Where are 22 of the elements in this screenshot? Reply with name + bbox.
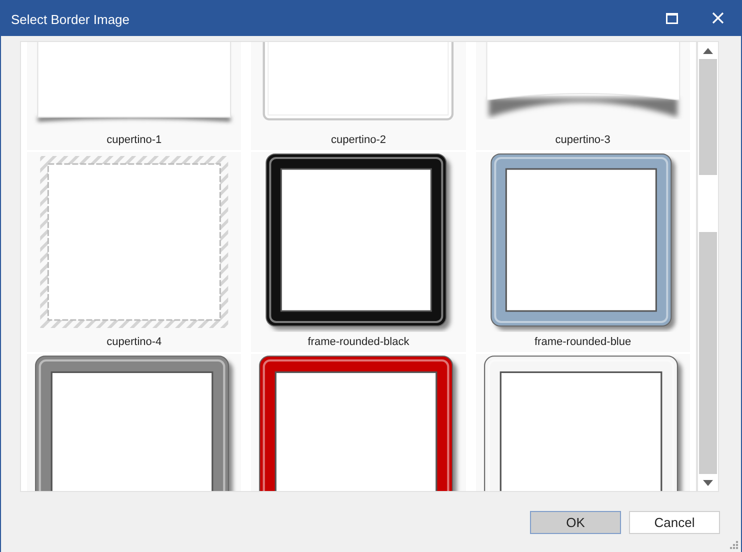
- window-title: Select Border Image: [10, 10, 131, 26]
- ok-button[interactable]: OK: [530, 510, 621, 534]
- scroll-thumb[interactable]: [699, 175, 717, 232]
- maximize-icon: [666, 12, 678, 24]
- border-list-item[interactable]: cupertino-2: [251, 42, 466, 150]
- item-label: cupertino-1: [106, 133, 163, 148]
- item-label: frame-rounded-blue: [534, 335, 632, 350]
- border-list-item[interactable]: frame-rounded-blue: [476, 152, 690, 352]
- border-list-item[interactable]: frame-rounded-black: [251, 152, 466, 352]
- cancel-button[interactable]: Cancel: [629, 510, 720, 534]
- item-label: cupertino-3: [554, 133, 612, 148]
- border-list-item[interactable]: cupertino-4: [27, 152, 242, 352]
- item-label: cupertino-4: [106, 335, 163, 350]
- border-list-item[interactable]: cupertino-1: [27, 42, 242, 150]
- item-label: cupertino-2: [330, 133, 388, 148]
- close-icon: [712, 12, 724, 24]
- up-arrow-icon: [703, 48, 713, 54]
- item-label: frame-rounded-black: [306, 335, 410, 350]
- resize-grip-icon[interactable]: [729, 540, 738, 549]
- down-arrow-icon: [703, 480, 713, 486]
- border-list-item[interactable]: cupertino-3: [476, 42, 690, 150]
- scrollbar[interactable]: [697, 41, 719, 492]
